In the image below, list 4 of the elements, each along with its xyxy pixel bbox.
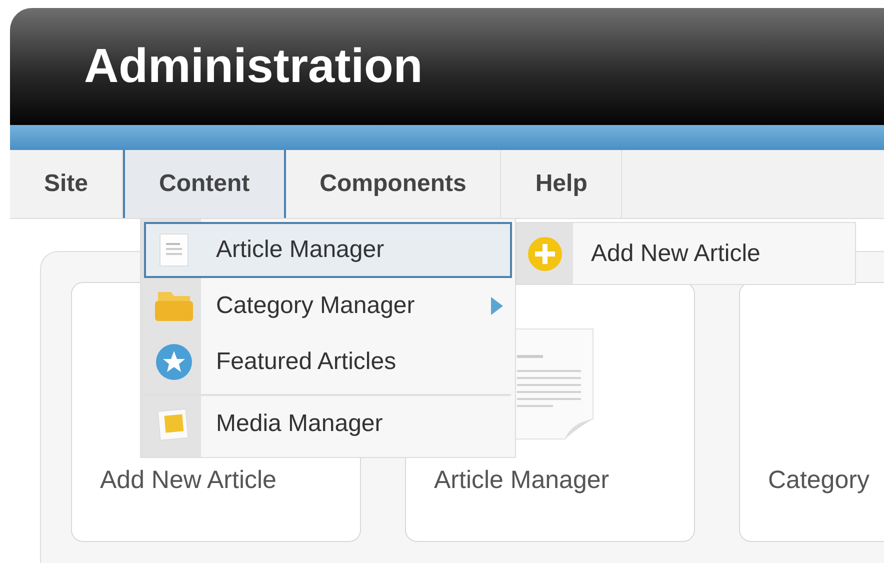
card-label: Add New Article [99, 466, 276, 495]
card-label: Category [767, 466, 870, 495]
page-title: Administration [84, 39, 423, 94]
card-label: Article Manager [433, 466, 610, 495]
